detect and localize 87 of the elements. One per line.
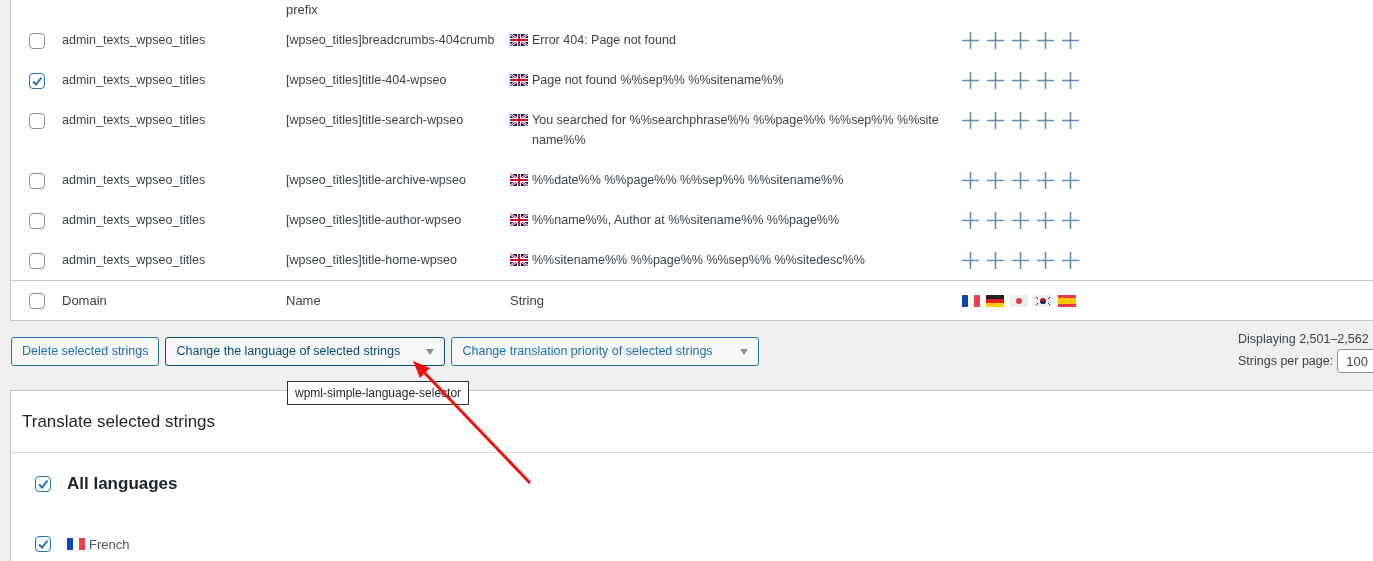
add-translation-icon[interactable] [1037,72,1054,89]
dropdown[interactable]: Change the language of selected strings [165,337,446,366]
checkbox[interactable] [28,173,45,189]
checkmark-icon [30,75,43,87]
french-flag-icon [962,294,980,307]
checkbox[interactable] [35,475,51,492]
table-cell-text: %%date%% %%page%% %%sep%% %%sitename%% [532,172,844,189]
korean-flag-icon [1034,294,1052,307]
uk-flag-icon [510,74,528,86]
japanese-flag-icon [1010,294,1028,307]
table-cell-text: admin_texts_wpseo_titles [62,72,207,89]
add-translation-icon[interactable] [962,252,979,269]
column-header: String [510,291,545,310]
checkbox[interactable] [28,213,45,229]
panel-title: Translate selected strings [22,410,216,433]
table-cell-text: prefix [286,1,318,19]
table-cell-text: admin_texts_wpseo_titles [62,212,207,229]
add-translation-icon[interactable] [1037,172,1054,189]
french-flag-icon [67,538,85,551]
add-translation-icon[interactable] [962,112,979,129]
table-cell-text: %%sitename%% %%page%% %%sep%% %%sitedesc%% [532,252,865,269]
add-translation-icon[interactable] [987,112,1004,129]
add-translation-icon[interactable] [1037,112,1054,129]
uk-flag-icon [510,254,528,266]
table-cell-text: admin_texts_wpseo_titles [62,172,207,189]
displaying-count: Displaying 2,501–2,562 [1238,331,1370,348]
table-cell-text: [wpseo_titles]title-404-wpseo [286,72,448,89]
add-translation-icon[interactable] [1037,32,1054,49]
add-translation-icon[interactable] [987,252,1004,269]
add-translation-icon[interactable] [1062,252,1079,269]
caret-icon [740,348,749,355]
table-cell-text: admin_texts_wpseo_titles [62,112,207,129]
action-button[interactable]: Delete selected strings [11,337,160,366]
add-translation-icon[interactable] [1037,212,1054,229]
german-flag-icon [986,294,1004,307]
uk-flag-icon [510,174,528,186]
add-translation-icon[interactable] [1062,72,1079,89]
table-cell-text: You searched for %%searchphrase%% %%page%% %%sep%% %%sitename%% [532,112,940,149]
table-cell-text: [wpseo_titles]breadcrumbs-404crumb [286,32,496,49]
checkbox[interactable] [35,536,51,553]
checkmark-icon [37,477,49,490]
table-cell-text: admin_texts_wpseo_titles [62,252,207,269]
table-cell-text: Error 404: Page not found [532,32,676,49]
column-header: Name [286,291,322,310]
checkbox[interactable] [28,113,45,129]
table-cell-text: [wpseo_titles]title-home-wpseo [286,252,458,269]
table-cell-text: [wpseo_titles]title-archive-wpseo [286,172,467,189]
add-translation-icon[interactable] [1012,252,1029,269]
table-cell-text: Page not found %%sep%% %%sitename%% [532,72,784,89]
add-translation-icon[interactable] [987,212,1004,229]
add-translation-icon[interactable] [962,32,979,49]
add-translation-icon[interactable] [1037,252,1054,269]
table-cell-text: %%name%%, Author at %%sitename%% %%page%% [532,212,840,229]
spanish-flag-icon [1058,294,1076,307]
add-translation-icon[interactable] [1062,172,1079,189]
add-translation-icon[interactable] [1012,212,1029,229]
add-translation-icon[interactable] [1012,112,1029,129]
add-translation-icon[interactable] [1012,172,1029,189]
uk-flag-icon [510,214,528,226]
uk-flag-icon [510,34,528,46]
uk-flag-icon [510,114,528,126]
add-translation-icon[interactable] [1012,32,1029,49]
per-page-label: Strings per page: [1238,352,1334,370]
add-translation-icon[interactable] [962,72,979,89]
add-translation-icon[interactable] [1012,72,1029,89]
add-translation-icon[interactable] [987,72,1004,89]
caret-icon [426,348,435,355]
add-translation-icon[interactable] [1062,32,1079,49]
checkbox[interactable] [28,253,45,269]
checkbox[interactable] [28,73,45,89]
dropdown[interactable]: Change translation priority of selected strings [451,337,760,366]
checkmark-icon [37,538,49,551]
add-translation-icon[interactable] [962,212,979,229]
checkbox[interactable] [28,292,45,309]
per-page-field[interactable]: 100 [1337,349,1373,373]
add-translation-icon[interactable] [987,32,1004,49]
table-cell-text: admin_texts_wpseo_titles [62,32,207,49]
language-label: French [89,535,130,554]
add-translation-icon[interactable] [987,172,1004,189]
checkbox[interactable] [28,33,45,49]
add-translation-icon[interactable] [1062,112,1079,129]
table-cell-text: [wpseo_titles]title-author-wpseo [286,212,463,229]
table-cell-text: [wpseo_titles]title-search-wpseo [286,112,465,129]
column-header: Domain [62,291,108,310]
add-translation-icon[interactable] [1062,212,1079,229]
add-translation-icon[interactable] [962,172,979,189]
all-languages-label: All languages [67,473,178,495]
